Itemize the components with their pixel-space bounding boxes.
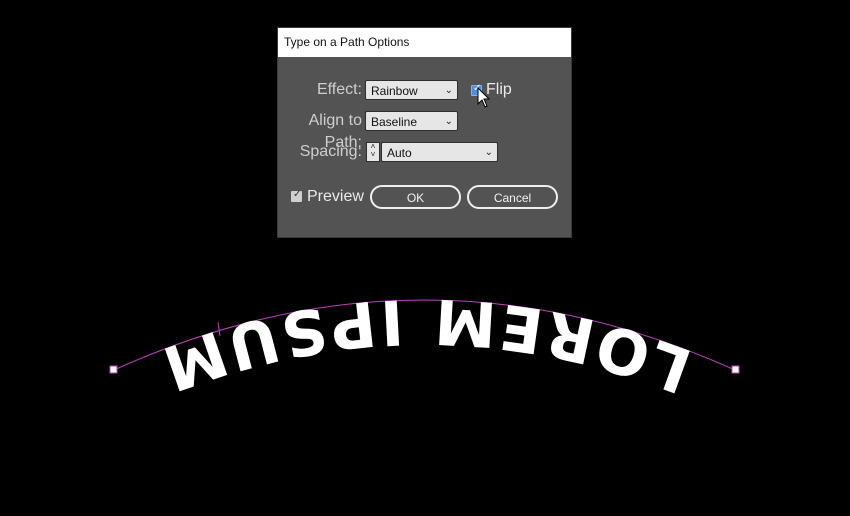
chevron-down-icon: ⌄ xyxy=(484,147,493,158)
path-text[interactable]: LOREM IPSUM xyxy=(149,284,700,407)
effect-select[interactable]: Rainbow ⌄ xyxy=(365,80,458,100)
align-to-path-select[interactable]: Baseline ⌄ xyxy=(365,111,458,131)
effect-select-value: Rainbow xyxy=(371,84,418,98)
ok-button[interactable]: OK xyxy=(370,185,461,209)
spacing-label: Spacing: xyxy=(299,143,362,160)
align-to-path-value: Baseline xyxy=(371,115,418,129)
path-anchor-left[interactable] xyxy=(109,365,118,374)
chevron-down-icon: ⌄ xyxy=(444,85,453,96)
spacing-stepper[interactable]: ˄ ˅ xyxy=(366,142,380,162)
mouse-cursor-icon xyxy=(477,87,491,108)
type-on-path-dialog: Type on a Path Options Effect: Rainbow ⌄… xyxy=(278,28,571,237)
spacing-value: Auto xyxy=(387,146,412,160)
spacing-combobox[interactable]: Auto ⌄ xyxy=(381,142,498,162)
chevron-down-icon: ⌄ xyxy=(444,116,453,127)
cancel-button[interactable]: Cancel xyxy=(467,185,558,209)
path-text-content: LOREM IPSUM xyxy=(149,284,700,407)
artwork-canvas: LOREM IPSUM xyxy=(109,284,740,407)
chevron-down-icon[interactable]: ˅ xyxy=(367,151,379,159)
path-anchor-right[interactable] xyxy=(731,365,740,374)
effect-label: Effect: xyxy=(316,81,362,98)
preview-label: Preview xyxy=(307,188,364,205)
preview-checkbox[interactable]: ✓ xyxy=(291,189,302,202)
checkmark-icon: ✓ xyxy=(293,189,302,200)
dialog-title: Type on a Path Options xyxy=(278,28,571,57)
